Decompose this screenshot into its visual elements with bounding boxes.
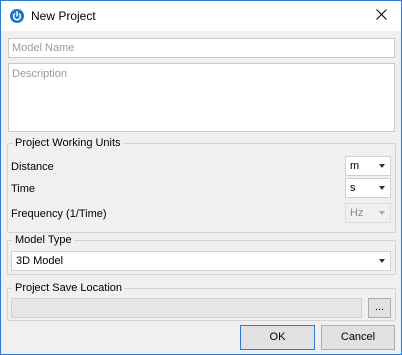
description-input[interactable] (8, 63, 395, 132)
chevron-down-icon (379, 186, 385, 190)
ok-button-label: OK (269, 331, 286, 343)
ok-button[interactable]: OK (240, 325, 315, 350)
time-label: Time (11, 183, 36, 195)
group-title-save-location: Project Save Location (13, 281, 125, 295)
time-unit-select[interactable]: s (345, 178, 391, 198)
group-title-model-type: Model Type (13, 233, 74, 247)
project-save-location-group: Project Save Location ... (7, 281, 396, 321)
save-location-path-field[interactable] (11, 298, 362, 318)
chevron-down-icon (379, 211, 385, 215)
model-type-select[interactable]: 3D Model (11, 251, 391, 271)
time-unit-value: s (350, 182, 356, 194)
group-title-units: Project Working Units (13, 136, 123, 150)
browse-button[interactable]: ... (368, 298, 391, 318)
cancel-button[interactable]: Cancel (321, 325, 395, 350)
new-project-dialog: New Project Project Working Units Distan… (0, 0, 402, 355)
power-icon (10, 9, 24, 23)
frequency-unit-select: Hz (345, 203, 391, 223)
distance-unit-value: m (350, 160, 360, 172)
distance-label: Distance (11, 161, 54, 173)
model-name-input[interactable] (8, 38, 395, 58)
distance-unit-select[interactable]: m (345, 156, 391, 176)
title-bar: New Project (1, 1, 401, 31)
chevron-down-icon (379, 164, 385, 168)
frequency-label: Frequency (1/Time) (11, 208, 107, 220)
model-type-value: 3D Model (16, 255, 64, 267)
close-button[interactable] (361, 1, 401, 31)
project-working-units-group: Project Working Units Distance m Time s … (7, 136, 396, 233)
frequency-unit-value: Hz (350, 207, 364, 219)
browse-button-label: ... (374, 301, 385, 313)
chevron-down-icon (379, 259, 385, 263)
model-type-group: Model Type 3D Model (7, 233, 396, 275)
dialog-title: New Project (31, 9, 96, 23)
close-icon (375, 9, 387, 23)
cancel-button-label: Cancel (340, 331, 376, 343)
